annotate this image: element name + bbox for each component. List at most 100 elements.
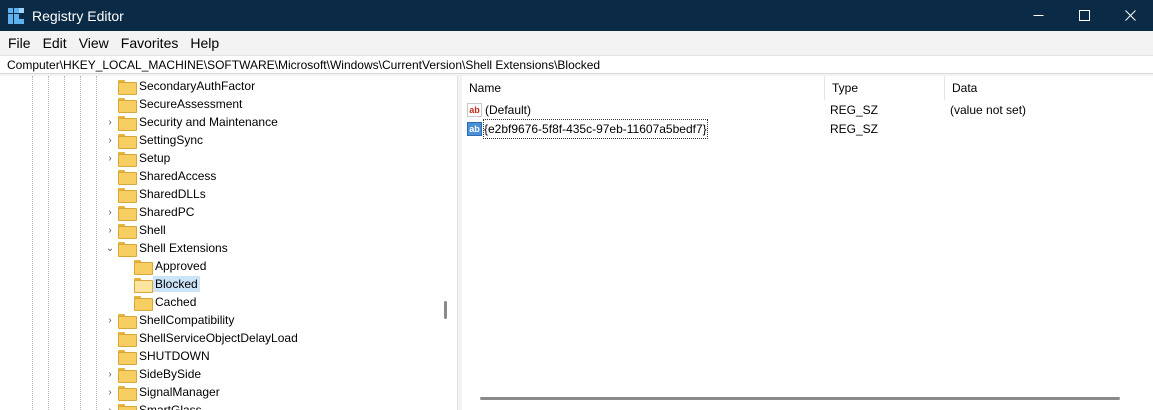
close-icon bbox=[1124, 10, 1136, 21]
tree-node-label[interactable]: Shell bbox=[137, 222, 168, 238]
folder-icon bbox=[118, 152, 137, 167]
value-name: (Default) bbox=[485, 103, 532, 117]
tree-node-label[interactable]: ShellServiceObjectDelayLoad bbox=[137, 330, 300, 346]
tree-node-label[interactable]: SideBySide bbox=[137, 366, 203, 382]
value-row[interactable]: ab {e2bf9676-5f8f-435c-97eb-11607a5bedf7… bbox=[462, 119, 1153, 139]
value-type: REG_SZ bbox=[830, 103, 879, 117]
maximize-icon bbox=[1078, 10, 1090, 21]
close-button[interactable] bbox=[1107, 0, 1153, 31]
column-header-data[interactable]: Data bbox=[945, 76, 1153, 100]
tree-node-label[interactable]: Security and Maintenance bbox=[137, 114, 280, 130]
maximize-button[interactable] bbox=[1061, 0, 1107, 31]
tree-node-label[interactable]: SignalManager bbox=[137, 384, 222, 400]
tree-node[interactable]: › SignalManager bbox=[0, 383, 440, 401]
values-list-pane[interactable]: Name Type Data ab (Default) REG_SZ (valu… bbox=[462, 76, 1153, 410]
chevron-right-icon[interactable]: › bbox=[105, 383, 115, 401]
list-horizontal-scrollbar[interactable] bbox=[480, 397, 1120, 400]
chevron-right-icon[interactable]: › bbox=[105, 401, 115, 410]
tree-node-label[interactable]: SettingSync bbox=[137, 132, 205, 148]
folder-icon bbox=[134, 260, 153, 275]
menu-help[interactable]: Help bbox=[184, 31, 225, 55]
tree-node[interactable]: SharedDLLs bbox=[0, 185, 440, 203]
menu-favorites[interactable]: Favorites bbox=[115, 31, 185, 55]
menu-edit[interactable]: Edit bbox=[37, 31, 73, 55]
string-value-icon: ab bbox=[467, 122, 482, 136]
value-data: (value not set) bbox=[950, 103, 1027, 117]
tree-vertical-scrollbar[interactable] bbox=[444, 301, 447, 319]
value-type: REG_SZ bbox=[830, 122, 879, 136]
folder-icon bbox=[118, 80, 137, 95]
tree-node[interactable]: › ShellCompatibility bbox=[0, 311, 440, 329]
folder-icon bbox=[118, 116, 137, 131]
folder-icon bbox=[118, 368, 137, 383]
folder-icon bbox=[134, 278, 153, 293]
tree-node-label[interactable]: SmartGlass bbox=[137, 402, 204, 410]
string-value-icon: ab bbox=[467, 103, 482, 117]
tree-node[interactable]: › Setup bbox=[0, 149, 440, 167]
tree-node-label[interactable]: SharedDLLs bbox=[137, 186, 208, 202]
tree-node[interactable]: Blocked bbox=[0, 275, 440, 293]
value-row[interactable]: ab (Default) REG_SZ (value not set) bbox=[462, 101, 1153, 119]
tree-node[interactable]: › SharedPC bbox=[0, 203, 440, 221]
tree-node[interactable]: Cached bbox=[0, 293, 440, 311]
tree-node-label[interactable]: SHUTDOWN bbox=[137, 348, 212, 364]
tree-node[interactable]: SHUTDOWN bbox=[0, 347, 440, 365]
menu-bar: File Edit View Favorites Help bbox=[0, 31, 1153, 55]
chevron-down-icon[interactable]: ⌄ bbox=[105, 239, 115, 257]
menu-view[interactable]: View bbox=[73, 31, 115, 55]
folder-icon bbox=[118, 386, 137, 401]
tree-node[interactable]: SecureAssessment bbox=[0, 95, 440, 113]
tree-node[interactable]: ⌄ Shell Extensions bbox=[0, 239, 440, 257]
value-name: {e2bf9676-5f8f-435c-97eb-11607a5bedf7} bbox=[483, 119, 708, 139]
registry-editor-icon bbox=[8, 7, 24, 24]
tree-node[interactable]: Approved bbox=[0, 257, 440, 275]
minimize-button[interactable] bbox=[1015, 0, 1061, 31]
tree-node-label[interactable]: Shell Extensions bbox=[137, 240, 230, 256]
tree-node-label[interactable]: SecondaryAuthFactor bbox=[137, 78, 257, 94]
tree-node[interactable]: › Security and Maintenance bbox=[0, 113, 440, 131]
tree-node[interactable]: › SideBySide bbox=[0, 365, 440, 383]
folder-icon bbox=[118, 134, 137, 149]
tree-node[interactable]: SecondaryAuthFactor bbox=[0, 77, 440, 95]
folder-icon bbox=[118, 206, 137, 221]
tree-node[interactable]: SharedAccess bbox=[0, 167, 440, 185]
tree-node[interactable]: ShellServiceObjectDelayLoad bbox=[0, 329, 440, 347]
folder-icon bbox=[118, 404, 137, 410]
tree-node-label[interactable]: SecureAssessment bbox=[137, 96, 244, 112]
title-bar[interactable]: Registry Editor bbox=[0, 0, 1153, 31]
chevron-right-icon[interactable]: › bbox=[105, 221, 115, 239]
tree-node-label[interactable]: ShellCompatibility bbox=[137, 312, 236, 328]
tree-node-label[interactable]: SharedAccess bbox=[137, 168, 218, 184]
chevron-right-icon[interactable]: › bbox=[105, 311, 115, 329]
address-path[interactable]: Computer\HKEY_LOCAL_MACHINE\SOFTWARE\Mic… bbox=[7, 58, 600, 72]
folder-icon bbox=[118, 314, 137, 329]
chevron-right-icon[interactable]: › bbox=[105, 149, 115, 167]
column-header-type[interactable]: Type bbox=[825, 76, 945, 100]
tree-node-label[interactable]: Cached bbox=[153, 294, 198, 310]
tree-node[interactable]: › Shell bbox=[0, 221, 440, 239]
folder-icon bbox=[118, 98, 137, 113]
folder-icon bbox=[118, 188, 137, 203]
tree-node[interactable]: › SettingSync bbox=[0, 131, 440, 149]
folder-icon bbox=[118, 224, 137, 239]
key-tree-pane[interactable]: SecondaryAuthFactor SecureAssessment › Secu… bbox=[0, 76, 458, 410]
column-header-name[interactable]: Name bbox=[462, 76, 825, 100]
tree-node-label[interactable]: Blocked bbox=[153, 276, 200, 292]
tree-node-label[interactable]: SharedPC bbox=[137, 204, 196, 220]
chevron-right-icon[interactable]: › bbox=[105, 203, 115, 221]
address-bar[interactable]: Computer\HKEY_LOCAL_MACHINE\SOFTWARE\Mic… bbox=[0, 55, 1153, 74]
window-title: Registry Editor bbox=[32, 7, 124, 24]
tree-node-label[interactable]: Approved bbox=[153, 258, 208, 274]
folder-icon bbox=[118, 350, 137, 365]
chevron-right-icon[interactable]: › bbox=[105, 131, 115, 149]
chevron-right-icon[interactable]: › bbox=[105, 365, 115, 383]
folder-icon bbox=[118, 242, 137, 257]
folder-icon bbox=[118, 332, 137, 347]
tree-node-label[interactable]: Setup bbox=[137, 150, 172, 166]
minimize-icon bbox=[1033, 15, 1043, 16]
folder-icon bbox=[118, 170, 137, 185]
chevron-right-icon[interactable]: › bbox=[105, 113, 115, 131]
menu-file[interactable]: File bbox=[2, 31, 37, 55]
folder-icon bbox=[134, 296, 153, 311]
tree-node[interactable]: › SmartGlass bbox=[0, 401, 440, 410]
